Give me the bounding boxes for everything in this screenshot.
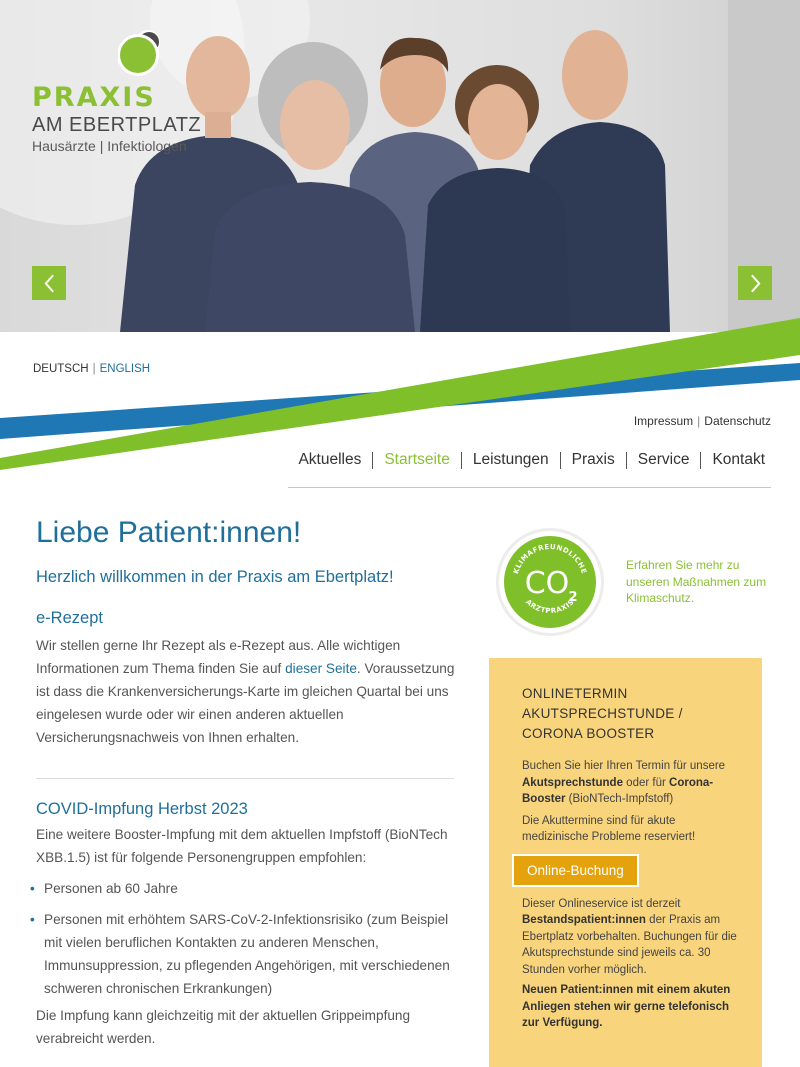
covid-outro: Die Impfung kann gleichzeitig mit der ak… [36,1008,411,1046]
chevron-right-icon [750,274,761,292]
covid-title: COVID-Impfung Herbst 2023 [36,800,248,818]
booking-box: ONLINETERMIN AKUTSPRECHSTUNDE / CORONA B… [489,658,762,1067]
logo-circles-icon [118,30,160,76]
list-item: • Personen ab 60 Jahre [30,877,456,900]
badge-sub-text: 2 [568,590,577,605]
booking-restriction: Dieser Onlineservice ist derzeit Bestand… [522,897,737,976]
nav-item-aktuelles[interactable]: Aktuelles [287,451,372,469]
nav-item-praxis[interactable]: Praxis [561,451,626,469]
booking-intro: Buchen Sie hier Ihren Termin für unsere … [522,760,726,805]
covid-intro: Eine weitere Booster-Impfung mit dem akt… [36,827,448,865]
nav-item-startseite[interactable]: Startseite [373,451,460,469]
page-title: Liebe Patient:innen! [36,516,302,549]
bullet-icon: • [30,912,35,927]
booking-title: ONLINETERMIN AKUTSPRECHSTUNDE / CORONA B… [522,686,683,741]
erezept-text: Wir stellen gerne Ihr Rezept als e-Rezep… [36,634,456,749]
language-separator: | [92,363,96,375]
chevron-left-icon [43,274,54,292]
welcome-heading: Herzlich willkommen in der Praxis am Ebe… [36,568,394,586]
slider-next-button[interactable] [738,266,772,300]
impressum-link[interactable]: Impressum [634,414,693,428]
nav-item-service[interactable]: Service [627,451,701,469]
language-german[interactable]: DEUTSCH [33,363,89,375]
main-content: Liebe Patient:innen! Herzlich willkommen… [30,516,456,1050]
booking-bestand: Bestandspatient:innen [522,914,646,926]
badge-co-text: CO [525,566,570,601]
nav-item-leistungen[interactable]: Leistungen [462,451,560,469]
language-switcher: DEUTSCH | ENGLISH [33,363,150,375]
meta-links: Impressum | Datenschutz [634,414,771,428]
list-item: • Personen mit erhöhtem SARS-CoV-2-Infekt… [30,908,456,1000]
nav-rule [288,487,771,488]
online-booking-button[interactable]: Online-Buchung [512,853,639,887]
section-divider [36,778,454,779]
erezept-title: e-Rezept [36,609,103,627]
klima-badge-icon[interactable]: KLIMAFREUNDLICHE ARZTPRAXIS CO 2 [495,527,605,637]
bullet-icon: • [30,881,35,896]
team-member-3 [420,65,570,332]
logo-subtitle: AM EBERTPLATZ [32,114,202,136]
logo-title: PRAXIS [32,82,156,113]
logo-tagline: Hausärzte | Infektiologen [32,138,187,154]
covid-list: • Personen ab 60 Jahre • Personen mit erhö… [30,877,456,1000]
main-navigation: Aktuelles Startseite Leistungen Praxis S… [287,451,770,469]
klima-link[interactable]: Erfahren Sie mehr zu unseren Maßnahmen z… [626,557,776,607]
datenschutz-link[interactable]: Datenschutz [704,414,771,428]
nav-item-kontakt[interactable]: Kontakt [701,451,770,469]
meta-separator: | [697,414,701,428]
booking-new-patients: Neuen Patient:innen mit einem akuten Anl… [522,984,731,1029]
hero-slider: PRAXIS AM EBERTPLATZ Hausärzte | Infekti… [0,0,800,332]
erezept-link[interactable]: dieser Seite [285,661,357,676]
language-english[interactable]: ENGLISH [100,363,151,375]
booking-akut: Akutsprechstunde [522,776,623,789]
booking-note: Die Akuttermine sind für akute medizinis… [522,814,696,844]
slider-prev-button[interactable] [32,266,66,300]
